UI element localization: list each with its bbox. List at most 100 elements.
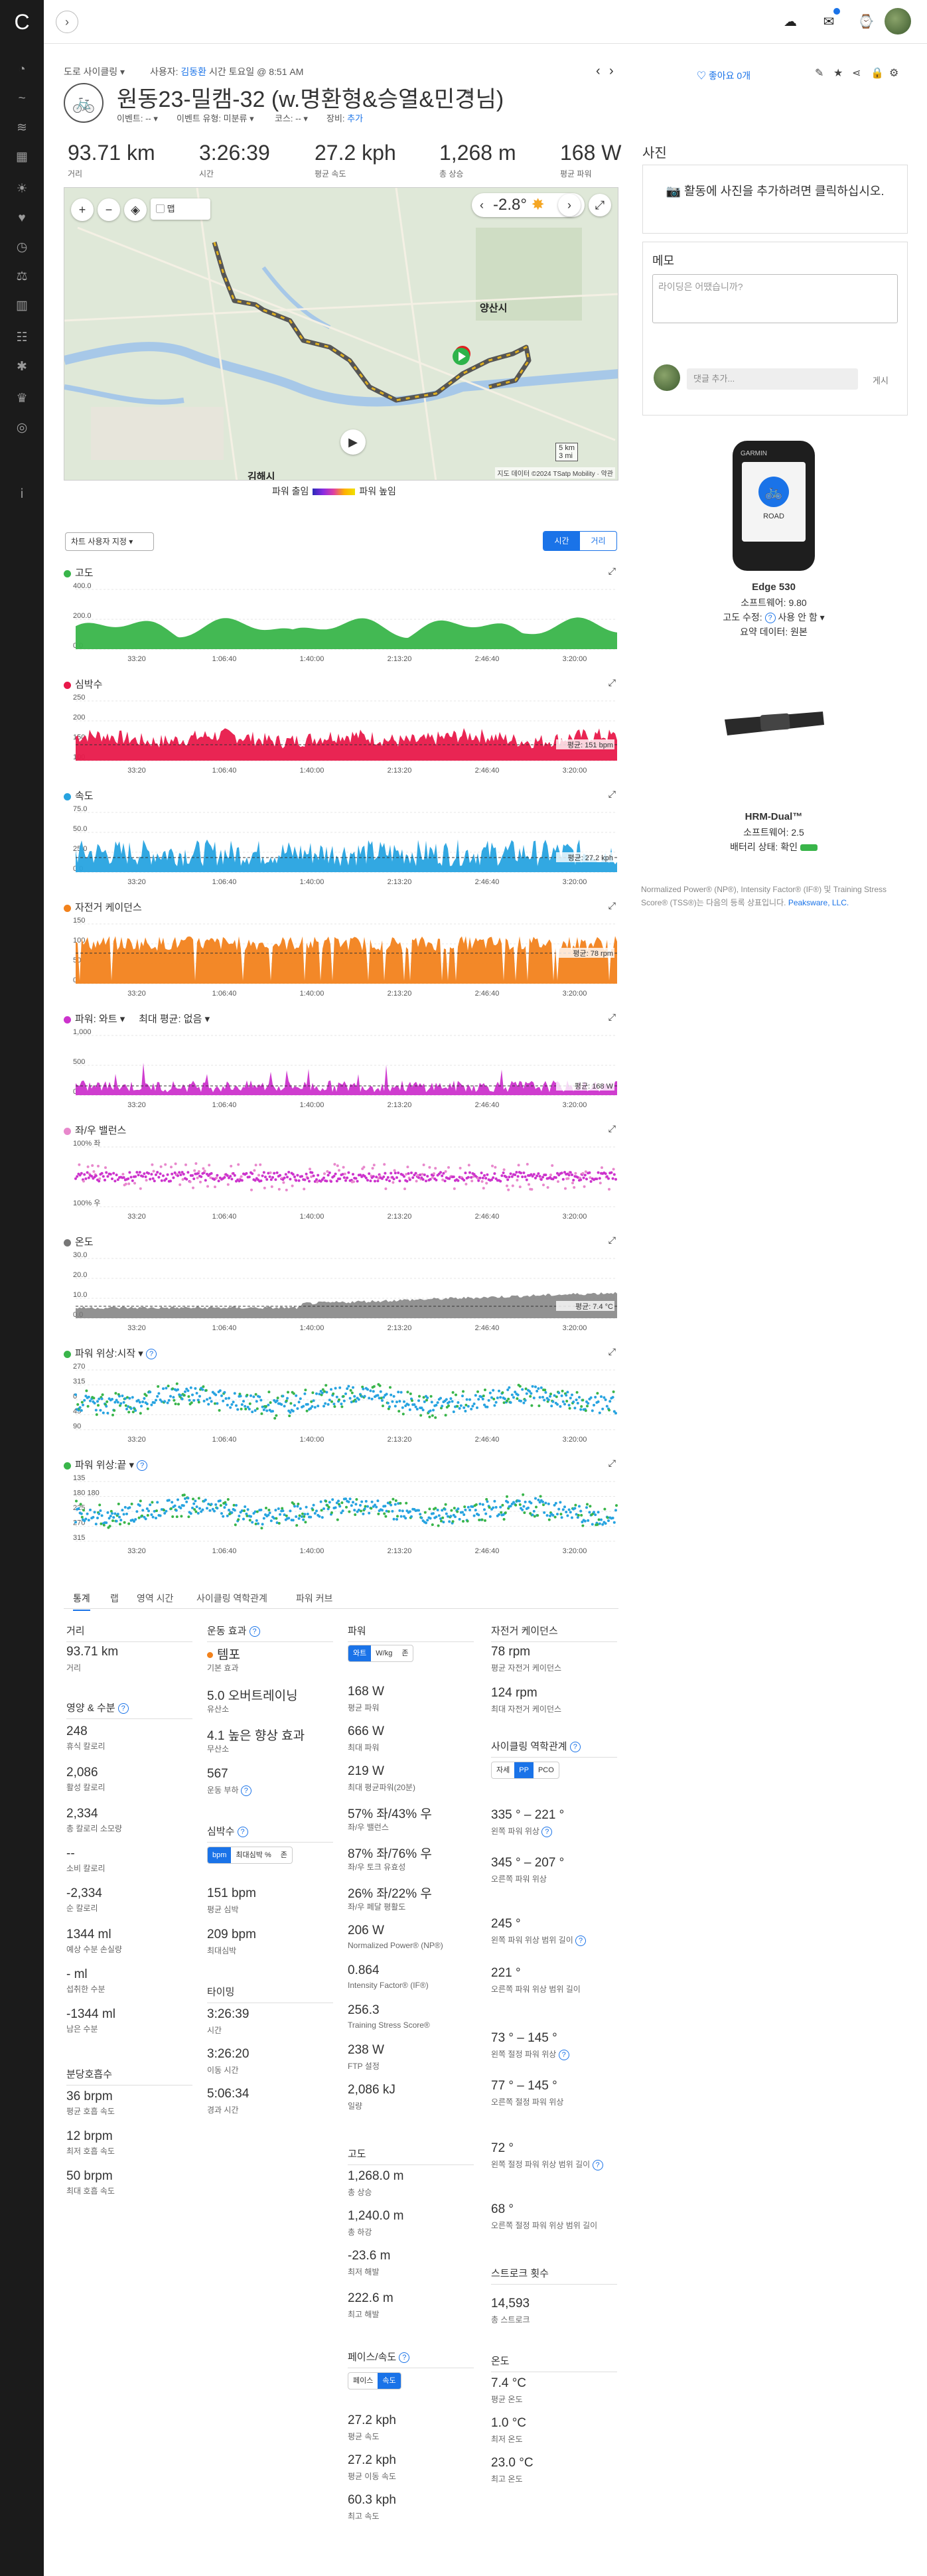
tab-time-in-zone[interactable]: 영역 시간	[137, 1592, 173, 1605]
chart-title-power-phase-start[interactable]: 파워 위상:시작 ▾ ?	[64, 1346, 157, 1360]
tab-laps[interactable]: 랩	[110, 1592, 119, 1605]
tab-stats[interactable]: 통계	[73, 1592, 90, 1611]
dyn-position[interactable]: 자세	[492, 1762, 514, 1778]
target-icon[interactable]: ◎	[12, 418, 32, 438]
info-icon[interactable]: ?	[541, 1826, 553, 1837]
peaksware-link[interactable]: Peaksware, LLC.	[788, 898, 849, 907]
chart-plot-elev[interactable]: 400.0200.00.033:201:06:401:40:002:13:202…	[64, 580, 618, 666]
share-icon[interactable]: ⋖	[852, 66, 861, 80]
power-unit-toggle[interactable]: 와트 W/kg 존	[348, 1645, 414, 1662]
device-icon[interactable]: ⌚	[855, 11, 877, 33]
chart-plot-pps[interactable]: 2703150459033:20 1:06:40 1:40:00 2:13:20 2:4…	[64, 1361, 618, 1447]
expand-icon[interactable]: ⤢	[608, 677, 616, 688]
power-unit-watts[interactable]: 와트	[348, 1645, 372, 1661]
calendar-icon[interactable]: ▦	[12, 147, 32, 167]
event-type-selector[interactable]: 이벤트 유형: 미분류 ▾	[177, 112, 254, 124]
user-link[interactable]: 김동환	[180, 66, 206, 77]
edit-icon[interactable]: ✎	[815, 66, 823, 80]
dynamics-toggle[interactable]: 자세 PP PCO	[491, 1762, 559, 1779]
memo-input[interactable]: 라이딩은 어땠습니까?	[652, 274, 898, 323]
comment-post-button[interactable]: 게시	[873, 374, 889, 386]
info-icon[interactable]: ?	[146, 1349, 157, 1360]
gear-add-link[interactable]: 추가	[347, 114, 363, 123]
info-icon[interactable]: ?	[592, 2159, 603, 2170]
hr-unit-max[interactable]: 최대심박 %	[231, 1847, 275, 1863]
dashboard-icon[interactable]: ◔	[12, 60, 32, 80]
power-unit-zone[interactable]: 존	[397, 1645, 413, 1661]
tab-cycling-dynamics[interactable]: 사이클링 역학관계	[196, 1592, 267, 1605]
info-icon[interactable]: ?	[764, 613, 776, 624]
trophy-icon[interactable]: ♛	[12, 389, 32, 409]
favorite-icon[interactable]: ★	[833, 66, 843, 80]
route-map[interactable]: + − ◈ ▢ 맵 ‹ -2.8° ✸ › ⤢ 양산시 김해시 ▶ 5 km 3 m…	[64, 187, 618, 481]
edit-title-icon[interactable]: ✎	[464, 88, 474, 102]
pace-speed-toggle[interactable]: 페이스 속도	[348, 2372, 401, 2389]
expand-nav-button[interactable]: ›	[56, 11, 78, 33]
garmin-connect-logo[interactable]: C	[9, 9, 35, 35]
chart-title-power-phase-end[interactable]: 파워 위상:끝 ▾ ?	[64, 1458, 148, 1472]
expand-icon[interactable]: ⤢	[608, 1235, 616, 1246]
expand-icon[interactable]: ⤢	[608, 789, 616, 800]
x-axis-time[interactable]: 시간	[543, 532, 580, 550]
comment-input[interactable]: 댓글 추가...	[687, 368, 858, 390]
power-unit-wkg[interactable]: W/kg	[371, 1645, 397, 1661]
toggle-speed[interactable]: 속도	[378, 2373, 401, 2389]
info-icon[interactable]: ?	[558, 2049, 569, 2060]
toggle-pace[interactable]: 페이스	[348, 2373, 378, 2389]
chart-plot-balance[interactable]: 100% 좌 100% 우 33:20 1:06:40 1:40:00 2:13:20 2:…	[64, 1138, 618, 1224]
next-activity-button[interactable]: ›	[609, 64, 614, 79]
chart-title-heart-rate[interactable]: 심박수	[64, 677, 102, 691]
chart-title-speed[interactable]: 속도	[64, 789, 94, 802]
activity-title[interactable]: 원동23-밀캠-32 (w.명환형&승열&민경님)	[117, 81, 504, 114]
hr-unit-zone[interactable]: 존	[276, 1847, 292, 1863]
activity-type-selector[interactable]: 도로 사이클링 ▾	[64, 65, 125, 78]
upload-icon[interactable]: ☁	[779, 11, 802, 33]
playback-button[interactable]: ▶	[340, 429, 366, 455]
info-icon[interactable]: ?	[237, 1827, 248, 1838]
expand-icon[interactable]: ⤢	[608, 1123, 616, 1134]
dyn-pco[interactable]: PCO	[534, 1762, 559, 1778]
hr-unit-toggle[interactable]: bpm 최대심박 % 존	[207, 1847, 293, 1864]
like-button[interactable]: ♡ 좋아요 0개	[697, 69, 750, 82]
weather-next-icon[interactable]: ›	[558, 194, 581, 216]
chart-title-balance[interactable]: 좌/우 밸런스	[64, 1123, 126, 1137]
info-icon[interactable]: ?	[240, 1785, 251, 1796]
chart-customize-select[interactable]: 차트 사용자 지정 ▾	[65, 532, 154, 551]
health-icon[interactable]: ♥	[12, 208, 32, 228]
gear-icon[interactable]: ⚙	[889, 66, 898, 80]
settings-icon[interactable]: ✱	[12, 357, 32, 377]
max-avg-selector[interactable]: 최대 평균: 없음 ▾	[139, 1014, 210, 1025]
chart-title-elevation[interactable]: 고도	[64, 566, 94, 579]
tab-power-curve[interactable]: 파워 커브	[296, 1592, 332, 1605]
event-selector[interactable]: 이벤트: -- ▾	[117, 112, 158, 124]
reports-icon[interactable]: ▥	[12, 296, 32, 316]
chart-plot-cad[interactable]: 150100500평균: 78 rpm33:201:06:401:40:002:…	[64, 915, 618, 1001]
expand-icon[interactable]: ⤢	[608, 1012, 616, 1023]
chart-plot-temp[interactable]: 30.020.010.00.0평균: 7.4 °C33:201:06:401:4…	[64, 1249, 618, 1335]
x-axis-toggle[interactable]: 시간 거리	[543, 531, 617, 551]
chart-plot-ppe[interactable]: 135180 18022527031533:201:06:401:40:002:…	[64, 1472, 618, 1558]
dyn-pp[interactable]: PP	[514, 1762, 534, 1778]
layers-icon[interactable]: ◈	[124, 198, 147, 221]
prev-activity-button[interactable]: ‹	[596, 64, 601, 79]
map-attribution[interactable]: 지도 데이터 ©2024 TSatp Mobility · 약관	[495, 467, 615, 479]
expand-icon[interactable]: ⤢	[608, 1458, 616, 1469]
map-layer-toggle[interactable]: ▢ 맵	[151, 198, 210, 220]
info-icon[interactable]: ?	[575, 1935, 587, 1946]
info-icon[interactable]: ⅰ	[12, 485, 32, 504]
info-icon[interactable]: ?	[249, 1626, 260, 1637]
x-axis-distance[interactable]: 거리	[580, 532, 616, 550]
chart-plot-power[interactable]: 1,0005000평균: 168 W33:20 1:06:40 1:40:00 2:1…	[64, 1026, 618, 1112]
run-icon[interactable]: ☀	[12, 179, 32, 199]
chart-title-cadence[interactable]: 자전거 케이던스	[64, 900, 142, 914]
chart-plot-hr[interactable]: 250200150100평균: 151 bpm33:201:06:401:40:…	[64, 692, 618, 778]
info-icon[interactable]: ?	[569, 1742, 581, 1753]
expand-icon[interactable]: ⤢	[608, 1346, 616, 1357]
info-icon[interactable]: ?	[117, 1703, 129, 1714]
chart-title-temperature[interactable]: 온도	[64, 1235, 94, 1249]
chart-title-power[interactable]: 파워: 와트 ▾ 최대 평균: 없음 ▾	[64, 1012, 210, 1025]
user-avatar[interactable]	[885, 8, 911, 35]
groups-icon[interactable]: ☷	[12, 328, 32, 348]
activities-icon[interactable]: ≋	[12, 118, 32, 138]
info-icon[interactable]: ?	[137, 1460, 148, 1472]
